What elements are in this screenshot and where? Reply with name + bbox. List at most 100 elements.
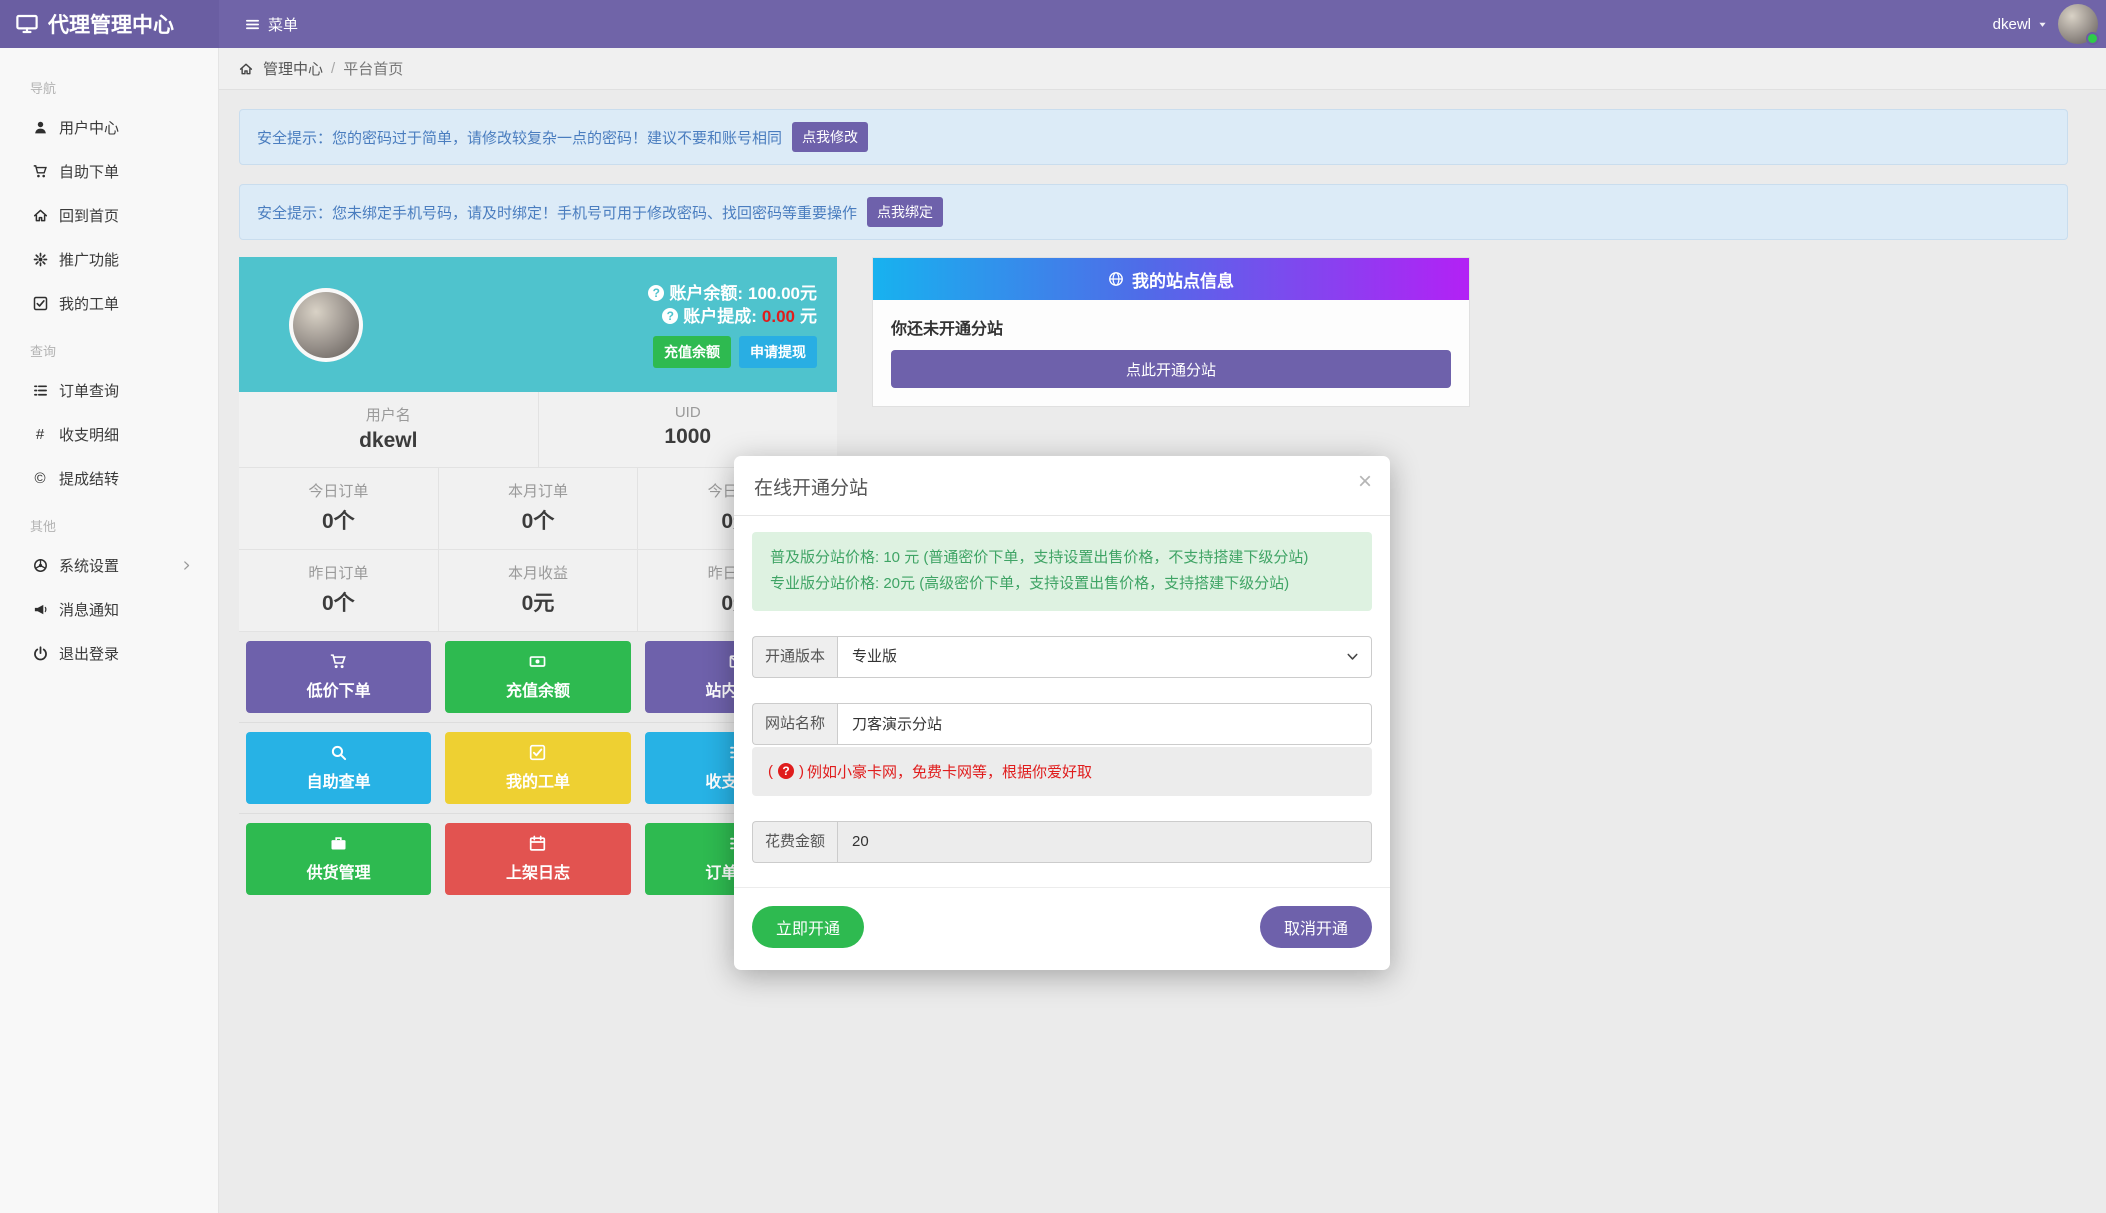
sidebar-item-label: 订单查询 <box>59 380 119 401</box>
price-notice-line1: 普及版分站价格: 10 元 (普通密价下单，支持设置出售价格，不支持搭建下级分站… <box>770 545 1354 571</box>
question-circle-icon: ? <box>778 763 794 779</box>
cart-icon <box>30 164 50 179</box>
user-icon <box>30 120 50 135</box>
sidebar-item-label: 提成结转 <box>59 468 119 489</box>
recharge-balance-button[interactable]: 充值余额 <box>445 641 630 713</box>
question-circle-icon[interactable]: ? <box>662 308 678 324</box>
quick-button-label: 我的工单 <box>506 768 570 792</box>
username-label: 用户名 <box>239 404 538 425</box>
app-title: 代理管理中心 <box>48 9 174 39</box>
menu-label: 菜单 <box>268 14 298 35</box>
breadcrumb-root[interactable]: 管理中心 <box>263 58 323 79</box>
confirm-open-button[interactable]: 立即开通 <box>752 906 864 948</box>
breadcrumb-current: 平台首页 <box>343 58 403 79</box>
search-icon <box>330 744 347 761</box>
cost-label: 花费金额 <box>752 821 837 863</box>
app-brand[interactable]: 代理管理中心 <box>0 0 219 48</box>
site-name-field-group: 网站名称 <box>752 703 1372 745</box>
sidebar-item-my-tickets[interactable]: 我的工单 <box>0 281 218 325</box>
close-icon[interactable]: × <box>1358 470 1372 494</box>
open-substation-button[interactable]: 点此开通分站 <box>891 350 1451 388</box>
caret-down-icon <box>2037 19 2048 30</box>
top-navbar: 代理管理中心 菜单 dkewl <box>0 0 2106 48</box>
hash-icon: # <box>30 426 50 443</box>
site-info-title: 我的站点信息 <box>1132 267 1234 292</box>
menu-icon <box>245 17 260 32</box>
version-select[interactable]: 专业版 <box>837 636 1372 678</box>
account-card-header: ? 账户余额: 100.00元 ? 账户提成: 0.00 元 充值余额 申请提现 <box>239 257 837 392</box>
quick-button-label: 供货管理 <box>307 859 371 883</box>
user-dropdown[interactable]: dkewl <box>1993 16 2048 33</box>
self-query-button[interactable]: 自助查单 <box>246 732 431 804</box>
navbar-right: dkewl <box>1993 0 2106 48</box>
stat-cell: 本月订单 0个 <box>438 468 638 549</box>
hint-text: 例如小豪卡网，免费卡网等，根据你爱好取 <box>807 761 1092 782</box>
shelf-log-button[interactable]: 上架日志 <box>445 823 630 895</box>
sidebar-item-self-order[interactable]: 自助下单 <box>0 149 218 193</box>
site-name-input[interactable] <box>837 703 1372 745</box>
sidebar-item-label: 用户中心 <box>59 117 119 138</box>
menu-toggle[interactable]: 菜单 <box>219 0 324 48</box>
cost-field-group: 花费金额 <box>752 821 1372 863</box>
bind-phone-button[interactable]: 点我绑定 <box>867 197 943 227</box>
question-circle-icon[interactable]: ? <box>648 285 664 301</box>
hint-paren-close: ) <box>799 763 804 780</box>
stat-value: 0个 <box>239 505 438 535</box>
sidebar-item-label: 退出登录 <box>59 643 119 664</box>
sidebar-item-label: 消息通知 <box>59 599 119 620</box>
username-value: dkewl <box>239 429 538 453</box>
sidebar-item-commission-transfer[interactable]: © 提成结转 <box>0 456 218 500</box>
navbar-avatar[interactable] <box>2058 4 2098 44</box>
stat-value: 0个 <box>439 505 638 535</box>
price-notice: 普及版分站价格: 10 元 (普通密价下单，支持设置出售价格，不支持搭建下级分站… <box>752 532 1372 611</box>
cheap-order-button[interactable]: 低价下单 <box>246 641 431 713</box>
version-selected-value: 专业版 <box>852 648 897 665</box>
username-cell: 用户名 dkewl <box>239 392 538 467</box>
username-text: dkewl <box>1993 16 2031 33</box>
phone-bind-alert: 安全提示：您未绑定手机号码，请及时绑定！手机号可用于修改密码、找回密码等重要操作… <box>239 184 2068 240</box>
supply-manage-button[interactable]: 供货管理 <box>246 823 431 895</box>
sidebar-item-label: 系统设置 <box>59 555 119 576</box>
recharge-button[interactable]: 充值余额 <box>653 336 731 368</box>
stat-label: 本月订单 <box>439 480 638 501</box>
commission-unit: 元 <box>800 305 817 328</box>
sidebar-section-other: 其他 <box>0 500 218 543</box>
site-name-label: 网站名称 <box>752 703 837 745</box>
quick-button-label: 自助查单 <box>307 768 371 792</box>
account-avatar <box>289 288 363 362</box>
password-alert-text: 安全提示：您的密码过于简单，请修改较复杂一点的密码！建议不要和账号相同 <box>257 127 782 148</box>
sidebar-item-promotion[interactable]: 推广功能 <box>0 237 218 281</box>
online-status-dot <box>2086 32 2099 45</box>
sidebar-item-system-settings[interactable]: 系统设置 <box>0 543 218 587</box>
sidebar-item-notifications[interactable]: 消息通知 <box>0 587 218 631</box>
site-info-header: 我的站点信息 <box>873 258 1469 300</box>
sidebar-item-logout[interactable]: 退出登录 <box>0 631 218 675</box>
cancel-open-button[interactable]: 取消开通 <box>1260 906 1372 948</box>
commission-value: 0.00 <box>762 305 795 328</box>
calendar-icon <box>529 835 546 852</box>
balance-line: ? 账户余额: 100.00元 <box>648 282 817 305</box>
change-password-button[interactable]: 点我修改 <box>792 122 868 152</box>
site-info-panel: 我的站点信息 你还未开通分站 点此开通分站 <box>872 257 1470 407</box>
sidebar-item-balance-detail[interactable]: # 收支明细 <box>0 412 218 456</box>
power-icon <box>30 646 50 661</box>
check-square-icon <box>529 744 546 761</box>
sidebar-item-user-center[interactable]: 用户中心 <box>0 105 218 149</box>
copyright-icon: © <box>30 470 50 487</box>
withdraw-button[interactable]: 申请提现 <box>739 336 817 368</box>
sidebar-section-query: 查询 <box>0 325 218 368</box>
my-tickets-button[interactable]: 我的工单 <box>445 732 630 804</box>
open-substation-modal: 在线开通分站 × 普及版分站价格: 10 元 (普通密价下单，支持设置出售价格，… <box>734 456 1390 970</box>
commission-label: 账户提成: <box>683 305 757 328</box>
uid-label: UID <box>539 404 838 421</box>
sidebar-item-back-home[interactable]: 回到首页 <box>0 193 218 237</box>
commission-line: ? 账户提成: 0.00 元 <box>648 305 817 328</box>
breadcrumb-separator: / <box>331 60 335 77</box>
wheel-icon <box>30 558 50 573</box>
quick-button-label: 充值余额 <box>506 677 570 701</box>
phone-bind-alert-text: 安全提示：您未绑定手机号码，请及时绑定！手机号可用于修改密码、找回密码等重要操作 <box>257 202 857 223</box>
chevron-right-icon <box>176 560 196 571</box>
sidebar-item-order-query[interactable]: 订单查询 <box>0 368 218 412</box>
site-name-hint: ( ? ) 例如小豪卡网，免费卡网等，根据你爱好取 <box>752 747 1372 796</box>
home-icon <box>30 208 50 223</box>
